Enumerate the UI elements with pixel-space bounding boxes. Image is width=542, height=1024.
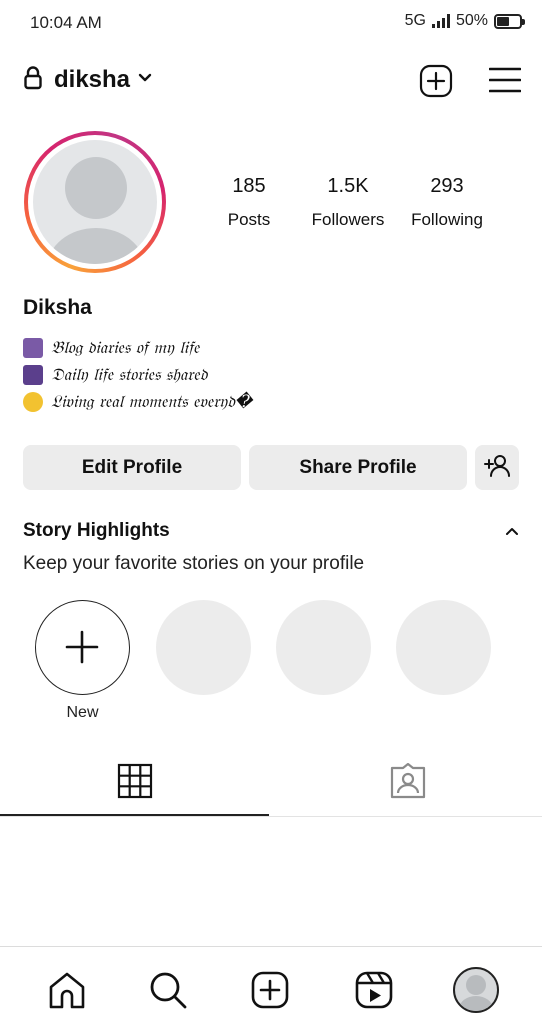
divider [0,816,542,817]
divider [0,946,542,947]
share-profile-button[interactable]: Share Profile [249,445,467,490]
tab-posts-grid[interactable] [0,755,271,817]
posts-label: Posts [227,210,271,229]
network-label: 5G [404,12,426,29]
highlight-placeholder [396,600,491,695]
plus-icon [65,630,99,664]
battery-percent: 50% [455,12,488,29]
stat-followers[interactable]: 1.5K Followers [293,172,403,230]
stat-posts[interactable]: 185 Posts [194,172,304,230]
nav-profile[interactable] [446,962,506,1018]
home-icon [49,972,85,1009]
posts-count: 185 [232,175,266,197]
profile-avatar-ring[interactable] [24,131,166,273]
bio-line: 𝔏𝔦𝔳𝔦𝔫𝔤 𝔯𝔢𝔞𝔩 𝔪𝔬𝔪𝔢𝔫𝔱𝔰 𝔢𝔳𝔢𝔯𝔶𝔡� [23,388,252,415]
tab-tagged[interactable] [271,755,542,817]
chevron-down-icon[interactable] [137,70,153,86]
bio-line: 𝔇𝔞𝔦𝔩𝔶 𝔩𝔦𝔣𝔢 𝔰𝔱𝔬𝔯𝔦𝔢𝔰 𝔰𝔥𝔞𝔯𝔢𝔡 [23,361,252,388]
dizzy-star-icon [23,391,43,412]
reels-icon [355,971,393,1009]
stat-following[interactable]: 293 Following [392,172,502,230]
story-highlights-subtitle: Keep your favorite stories on your profi… [23,553,365,574]
nav-search[interactable] [138,962,198,1018]
new-highlight-button[interactable] [35,600,130,695]
add-user-icon [484,455,510,477]
new-highlight-label: New [66,704,99,721]
bio-text: 𝔏𝔦𝔳𝔦𝔫𝔤 𝔯𝔢𝔞𝔩 𝔪𝔬𝔪𝔢𝔫𝔱𝔰 𝔢𝔳𝔢𝔯𝔶𝔡� [51,391,253,412]
status-indicators: 5G 50% [404,12,525,30]
nav-reels[interactable] [344,962,404,1018]
search-icon [150,972,187,1009]
following-count: 293 [430,175,464,197]
bio: 𝔅𝔩𝔬𝔤 𝔡𝔦𝔞𝔯𝔦𝔢𝔰 𝔬𝔣 𝔪𝔶 𝔩𝔦𝔣𝔢 𝔇𝔞𝔦𝔩𝔶 𝔩𝔦𝔣𝔢 𝔰𝔱𝔬𝔯𝔦… [23,334,252,415]
signal-icon [431,14,450,28]
highlight-placeholder [276,600,371,695]
battery-fill [497,16,509,26]
story-highlights-title: Story Highlights [23,520,170,541]
edit-profile-button[interactable]: Edit Profile [23,445,241,490]
discover-people-button[interactable] [475,445,519,490]
nav-home[interactable] [37,962,97,1018]
nav-create[interactable] [240,962,300,1018]
lock-icon [24,66,42,90]
followers-count: 1.5K [327,175,369,197]
display-name: Diksha [23,296,92,319]
create-icon [251,971,289,1009]
bio-text: 𝔅𝔩𝔬𝔤 𝔡𝔦𝔞𝔯𝔦𝔢𝔰 𝔬𝔣 𝔪𝔶 𝔩𝔦𝔣𝔢 [51,337,200,358]
grid-icon [117,763,153,799]
status-bar: 10:04 AM 5G 50% [0,0,542,44]
create-plus-icon[interactable] [419,64,453,98]
battery-icon [494,13,525,29]
bio-text: 𝔇𝔞𝔦𝔩𝔶 𝔩𝔦𝔣𝔢 𝔰𝔱𝔬𝔯𝔦𝔢𝔰 𝔰𝔥𝔞𝔯𝔢𝔡 [51,364,208,385]
city-night-icon [23,364,43,385]
profile-avatar-icon [453,967,499,1013]
followers-label: Followers [311,210,385,229]
profile-header: diksha [0,56,542,104]
status-time: 10:04 AM [30,13,102,32]
highlight-placeholder [156,600,251,695]
avatar [33,140,157,264]
bio-line: 𝔅𝔩𝔬𝔤 𝔡𝔦𝔞𝔯𝔦𝔢𝔰 𝔬𝔣 𝔪𝔶 𝔩𝔦𝔣𝔢 [23,334,252,361]
camera-icon [23,337,43,358]
username[interactable]: diksha [54,66,130,94]
tagged-icon [390,763,426,799]
chevron-up-icon[interactable] [504,524,520,538]
following-label: Following [411,210,483,229]
menu-icon[interactable] [489,66,521,94]
